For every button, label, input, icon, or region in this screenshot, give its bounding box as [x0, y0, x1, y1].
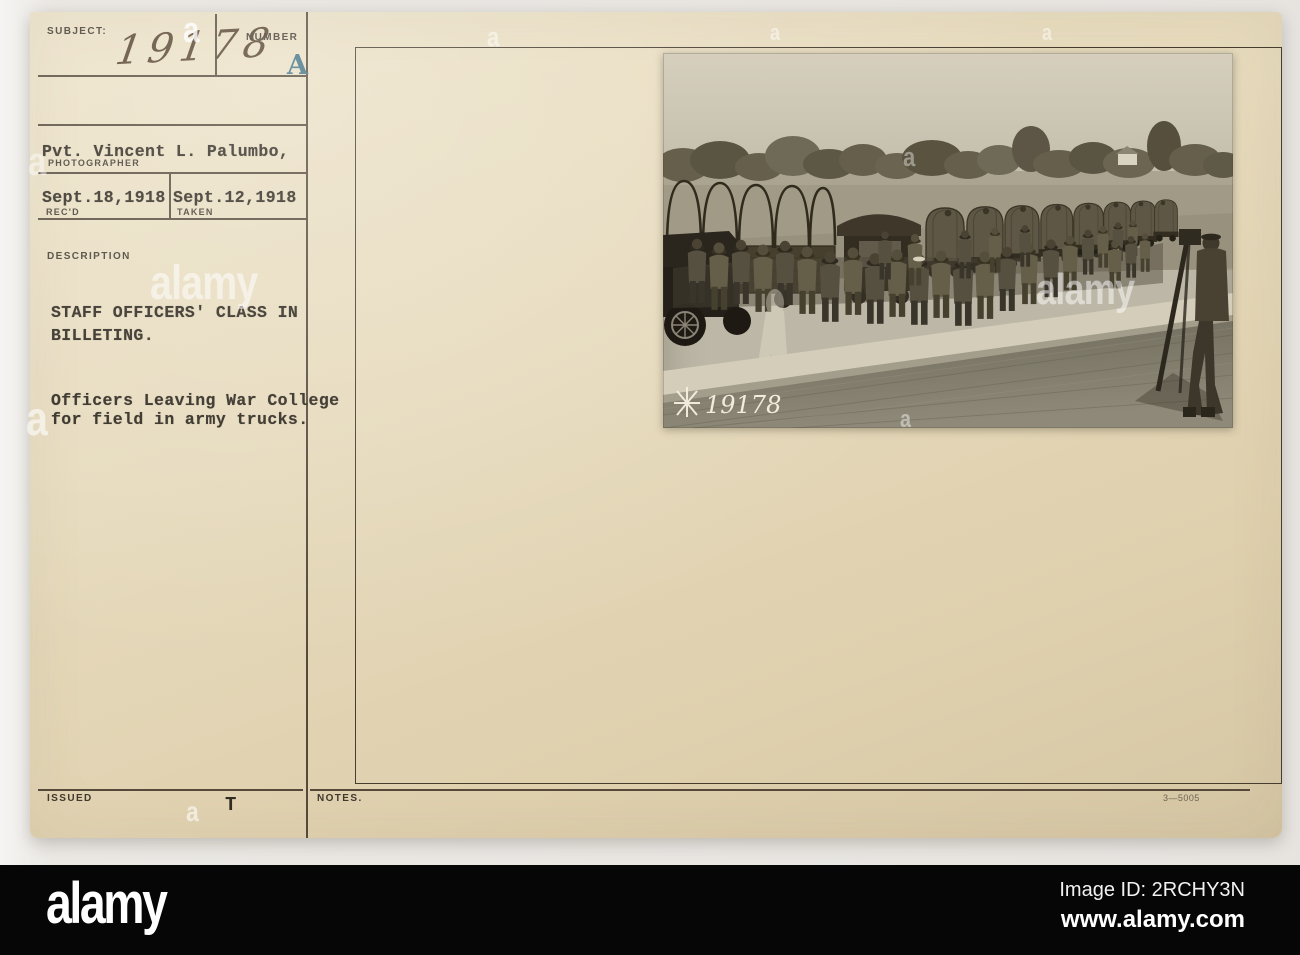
number-label: NUMBER	[246, 32, 299, 43]
card-rule-3	[38, 172, 307, 174]
card-rule-4	[38, 218, 307, 220]
caption-line2: for field in army trucks.	[51, 410, 309, 429]
caption-line1: Officers Leaving War College	[51, 391, 340, 410]
image-id: Image ID: 2RCHY3N	[1059, 879, 1245, 901]
description-line2: BILLETING.	[51, 326, 155, 345]
card-rule-1	[38, 75, 307, 77]
alamy-website-link[interactable]: www.alamy.com	[1061, 906, 1245, 934]
crossed-signal-flags-icon	[674, 387, 700, 417]
issued-rule	[38, 789, 303, 791]
dates-divider	[169, 172, 171, 218]
alamy-stock-photo-page: SUBJECT: 19178 NUMBER A Pvt. Vincent L. …	[0, 0, 1300, 955]
alamy-footer-bar: alamy Image ID: 2RCHY3N www.alamy.com	[0, 865, 1300, 955]
photo-number: 19178	[705, 391, 781, 419]
form-number: 3—5005	[1163, 793, 1200, 803]
historic-photograph: 19178	[663, 53, 1233, 428]
number-value-stamp: A	[287, 50, 308, 81]
notes-rule	[310, 789, 1250, 791]
photographer-label: PHOTOGRAPHER	[48, 158, 140, 168]
issued-label: ISSUED	[47, 793, 93, 804]
description-label: DESCRIPTION	[47, 251, 131, 262]
card-rule-2	[38, 124, 307, 126]
notes-label: NOTES.	[317, 793, 363, 804]
received-label: REC'D	[46, 207, 80, 217]
subject-handwritten-number: 19178	[112, 19, 279, 75]
taken-date: Sept.12,1918	[173, 188, 297, 207]
received-date: Sept.18,1918	[42, 188, 166, 207]
taken-label: TAKEN	[177, 207, 214, 217]
description-line1: STAFF OFFICERS' CLASS IN	[51, 303, 299, 322]
issued-value: T	[225, 794, 237, 816]
alamy-logo: alamy	[46, 871, 168, 936]
subject-label: SUBJECT:	[47, 26, 108, 37]
